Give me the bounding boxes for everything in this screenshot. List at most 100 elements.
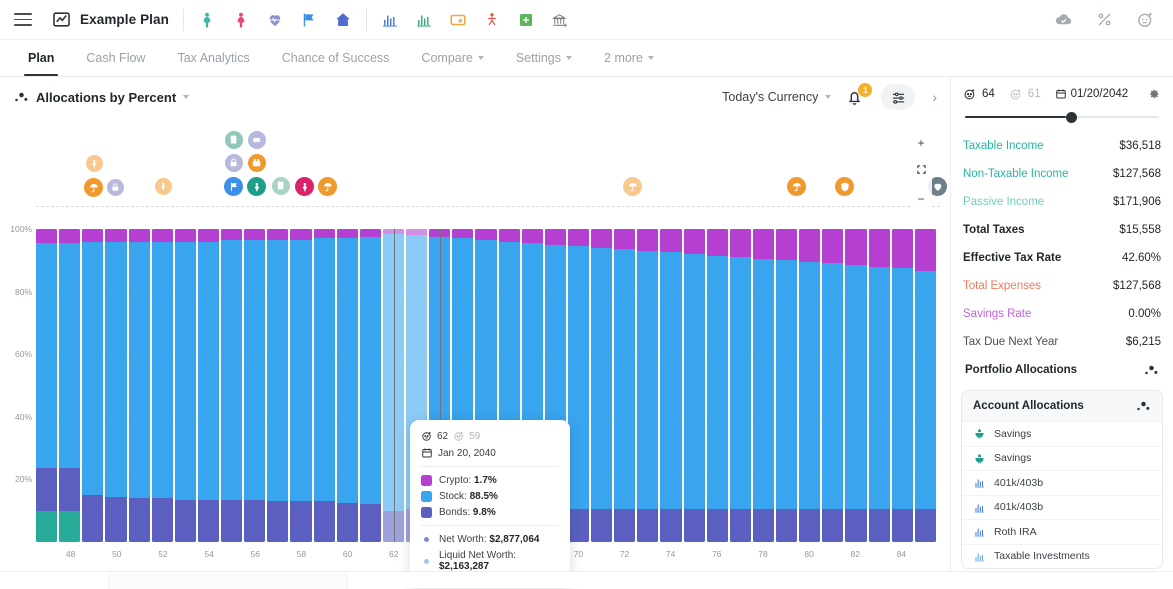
chart-bar[interactable] bbox=[244, 229, 265, 542]
slider-knob[interactable] bbox=[1066, 112, 1077, 123]
investment-green-icon[interactable] bbox=[415, 11, 433, 29]
investment-blue-icon[interactable] bbox=[381, 11, 399, 29]
account-allocation-row[interactable]: Savings bbox=[962, 421, 1162, 446]
chart-bar-segment-bonds bbox=[684, 509, 705, 542]
account-allocation-row[interactable]: Taxable Investments bbox=[962, 544, 1162, 569]
chart-bar[interactable] bbox=[684, 229, 705, 542]
umbrella-faded-icon[interactable] bbox=[623, 177, 642, 196]
chart-bar[interactable] bbox=[915, 229, 936, 542]
chart-settings-button[interactable] bbox=[881, 84, 915, 110]
expense-card-icon[interactable] bbox=[449, 11, 467, 29]
expand-icon[interactable] bbox=[916, 164, 927, 177]
person-faded-icon[interactable] bbox=[155, 178, 172, 195]
chart-bar[interactable] bbox=[730, 229, 751, 542]
heartbeat-icon[interactable] bbox=[266, 11, 284, 29]
tab-more[interactable]: 2 more bbox=[588, 40, 670, 76]
brand[interactable]: Example Plan bbox=[52, 10, 169, 29]
chart-bar[interactable] bbox=[290, 229, 311, 542]
allocation-mode-select[interactable]: Allocations by Percent bbox=[14, 90, 189, 105]
chart-bar[interactable] bbox=[198, 229, 219, 542]
person-teal-icon[interactable] bbox=[198, 11, 216, 29]
chart-bar[interactable] bbox=[337, 229, 358, 542]
vehicle-icon[interactable] bbox=[248, 131, 266, 149]
flag-blue-icon[interactable] bbox=[300, 11, 318, 29]
help-face-icon[interactable] bbox=[1136, 10, 1155, 29]
chart-bar[interactable] bbox=[822, 229, 843, 542]
chart-bar[interactable] bbox=[175, 229, 196, 542]
chart-bar[interactable] bbox=[660, 229, 681, 542]
umbrella-icon-2[interactable] bbox=[787, 177, 806, 196]
bank-add-icon[interactable] bbox=[551, 11, 569, 29]
document-icon[interactable] bbox=[225, 131, 243, 149]
chart-bar[interactable] bbox=[36, 229, 57, 542]
chart-bar-segment-stock bbox=[290, 240, 311, 501]
chart-bar[interactable] bbox=[105, 229, 126, 542]
cloud-saved-icon[interactable] bbox=[1054, 10, 1073, 29]
social-security-icon[interactable] bbox=[84, 178, 103, 197]
gear-icon[interactable] bbox=[1147, 87, 1161, 101]
chart-bar[interactable] bbox=[614, 229, 635, 542]
chart-bar[interactable] bbox=[591, 229, 612, 542]
tab-chance-of-success[interactable]: Chance of Success bbox=[266, 40, 406, 76]
flag-icon[interactable] bbox=[224, 177, 243, 196]
x-axis-tick bbox=[36, 544, 59, 564]
account-allocation-row[interactable]: Roth IRA bbox=[962, 519, 1162, 544]
chart-bar[interactable] bbox=[221, 229, 242, 542]
umbrella-icon[interactable] bbox=[318, 177, 337, 196]
insurance-icon[interactable] bbox=[835, 177, 854, 196]
person-teal-icon[interactable] bbox=[247, 177, 266, 196]
retirement-icon[interactable] bbox=[86, 155, 103, 172]
home-icon[interactable] bbox=[334, 11, 352, 29]
chart-bar[interactable] bbox=[360, 229, 381, 542]
zoom-in-button[interactable]: + bbox=[917, 137, 924, 149]
tab-tax-analytics[interactable]: Tax Analytics bbox=[161, 40, 265, 76]
account-allocation-row[interactable]: Savings bbox=[962, 446, 1162, 471]
timeline-slider[interactable] bbox=[965, 110, 1159, 124]
chart-bar[interactable] bbox=[314, 229, 335, 542]
chart-bar[interactable] bbox=[869, 229, 890, 542]
chart-bar[interactable] bbox=[152, 229, 173, 542]
chart-bar[interactable] bbox=[637, 229, 658, 542]
gift-icon[interactable] bbox=[248, 154, 266, 172]
chart-bar[interactable] bbox=[707, 229, 728, 542]
insurance-icon[interactable] bbox=[517, 11, 535, 29]
person-pink-icon[interactable] bbox=[295, 177, 314, 196]
hamburger-icon[interactable] bbox=[14, 13, 32, 26]
chevron-right-icon[interactable]: › bbox=[929, 89, 940, 105]
account-allocation-row[interactable]: 401k/403b bbox=[962, 495, 1162, 520]
chart-bar[interactable] bbox=[129, 229, 150, 542]
summary-stat-label: Passive Income bbox=[963, 196, 1044, 208]
account-icon-group bbox=[381, 11, 569, 29]
summary-date[interactable]: 01/20/2042 bbox=[1055, 88, 1129, 100]
tooltip-allocation-label: Bonds: 9.8% bbox=[439, 507, 496, 518]
chart-bar-segment-cash bbox=[59, 511, 80, 542]
chart-bar[interactable] bbox=[845, 229, 866, 542]
chart-bar[interactable] bbox=[892, 229, 913, 542]
tab-compare[interactable]: Compare bbox=[405, 40, 499, 76]
person-pink-icon[interactable] bbox=[232, 11, 250, 29]
chart-bar[interactable] bbox=[753, 229, 774, 542]
sliders-icon bbox=[891, 90, 906, 105]
tab-settings[interactable]: Settings bbox=[500, 40, 588, 76]
document-faded-icon[interactable] bbox=[272, 177, 290, 195]
account-allocation-row[interactable]: 401k/403b bbox=[962, 470, 1162, 495]
tab-cash-flow[interactable]: Cash Flow bbox=[70, 40, 161, 76]
zoom-out-button[interactable]: − bbox=[917, 193, 924, 205]
percent-wand-icon[interactable] bbox=[1095, 10, 1114, 29]
portfolio-allocations-row[interactable]: Portfolio Allocations bbox=[963, 356, 1161, 384]
chart-bar-segment-bonds bbox=[892, 509, 913, 542]
chart-bar[interactable] bbox=[267, 229, 288, 542]
notifications-button[interactable]: 1 bbox=[845, 86, 867, 108]
chart-bar[interactable] bbox=[799, 229, 820, 542]
chart-bar[interactable] bbox=[59, 229, 80, 542]
chart-bar[interactable] bbox=[776, 229, 797, 542]
liability-icon[interactable] bbox=[483, 11, 501, 29]
chart-bar[interactable] bbox=[568, 229, 589, 542]
lock-icon-2[interactable] bbox=[225, 154, 243, 172]
tab-plan[interactable]: Plan bbox=[12, 40, 70, 76]
chart-zoom-control[interactable]: + − bbox=[910, 129, 932, 213]
chart-bar[interactable] bbox=[82, 229, 103, 542]
lock-icon[interactable] bbox=[107, 179, 124, 196]
account-allocations-header[interactable]: Account Allocations bbox=[962, 391, 1162, 421]
currency-select[interactable]: Today's Currency bbox=[722, 90, 831, 104]
